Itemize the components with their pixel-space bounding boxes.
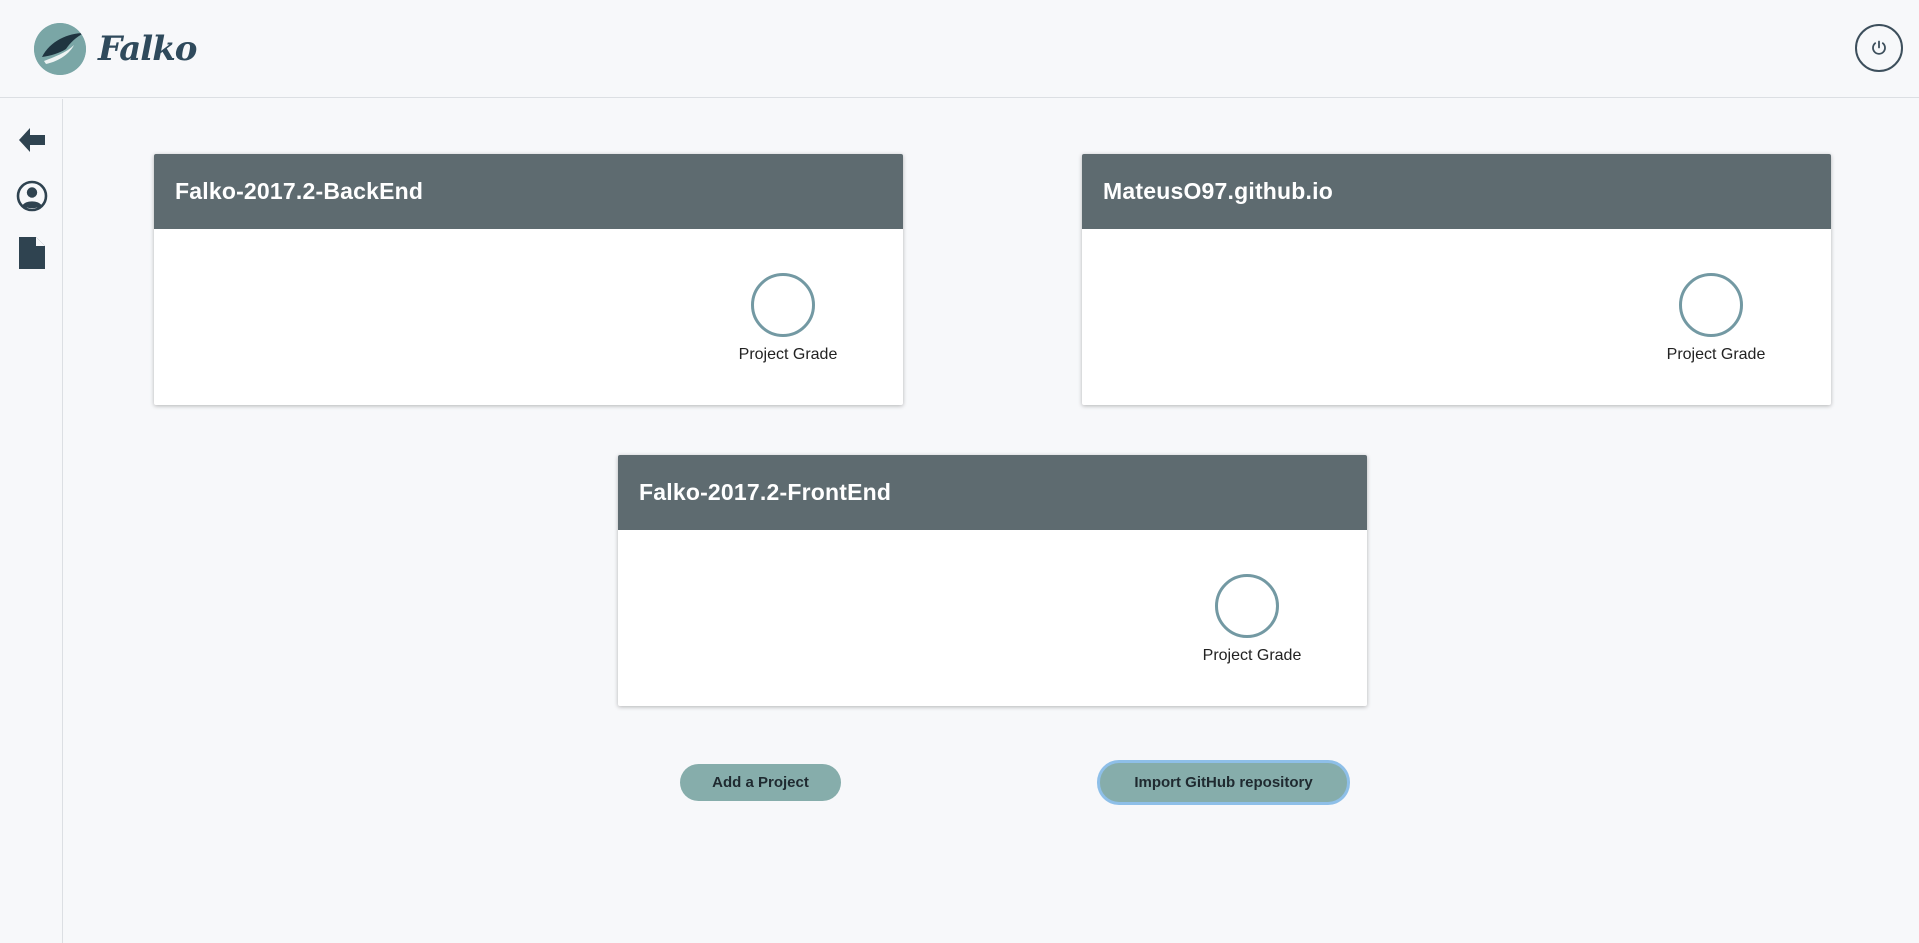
arrow-left-icon [19, 128, 45, 152]
power-button[interactable] [1855, 24, 1903, 72]
falko-logo[interactable]: Falko [34, 23, 197, 75]
user-circle-icon [16, 180, 48, 212]
project-grade: Project Grade [1656, 273, 1776, 364]
sidebar [0, 99, 63, 943]
falcon-logo-icon [34, 23, 86, 75]
power-icon [1872, 40, 1886, 55]
sidebar-item-profile[interactable] [14, 178, 50, 214]
grade-ring [751, 273, 815, 337]
top-bar: Falko [0, 0, 1919, 98]
document-icon [19, 237, 45, 269]
project-title: MateusO97.github.io [1082, 154, 1831, 229]
sidebar-item-documents[interactable] [14, 235, 50, 271]
logo-text: Falko [98, 29, 197, 69]
grade-label: Project Grade [1202, 647, 1302, 664]
project-card-frontend[interactable]: Falko-2017.2-FrontEnd Project Grade [618, 455, 1367, 706]
sidebar-item-back[interactable] [14, 122, 50, 158]
grade-label: Project Grade [1666, 346, 1766, 363]
grade-label: Project Grade [738, 346, 838, 363]
project-grade: Project Grade [728, 273, 848, 364]
add-project-button[interactable]: Add a Project [680, 764, 841, 801]
import-github-button[interactable]: Import GitHub repository [1100, 763, 1347, 802]
grade-ring [1215, 574, 1279, 638]
project-card-backend[interactable]: Falko-2017.2-BackEnd Project Grade [154, 154, 903, 405]
project-grade: Project Grade [1192, 574, 1312, 665]
grade-ring [1679, 273, 1743, 337]
project-title: Falko-2017.2-BackEnd [154, 154, 903, 229]
project-title: Falko-2017.2-FrontEnd [618, 455, 1367, 530]
project-card-github-io[interactable]: MateusO97.github.io Project Grade [1082, 154, 1831, 405]
